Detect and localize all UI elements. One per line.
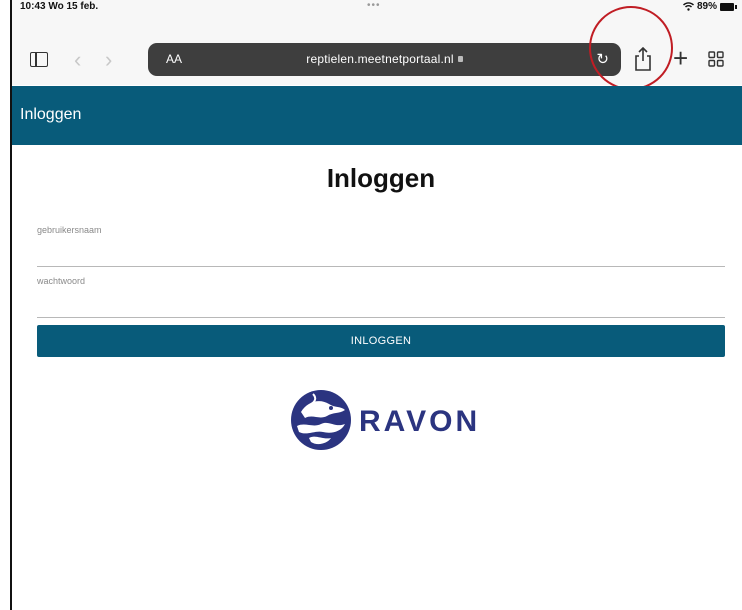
multitasking-dots[interactable]: ••• xyxy=(367,0,381,11)
login-button[interactable]: INLOGGEN xyxy=(37,325,725,357)
address-bar[interactable]: AA reptielen.meetnetportaal.nl ↻ xyxy=(148,43,621,76)
forward-icon[interactable]: › xyxy=(105,47,112,73)
battery-icon xyxy=(720,2,737,11)
new-tab-icon[interactable]: + xyxy=(673,45,688,71)
username-input[interactable] xyxy=(37,246,725,267)
username-label: gebruikersnaam xyxy=(37,225,102,235)
ravon-logo-text: RAVON xyxy=(359,405,481,438)
lock-icon xyxy=(457,55,463,62)
tabs-overview-icon[interactable] xyxy=(708,51,724,67)
back-icon[interactable]: ‹ xyxy=(74,47,81,73)
highlight-circle-annotation xyxy=(589,6,673,90)
url-text: reptielen.meetnetportaal.nl xyxy=(306,52,454,66)
password-input[interactable] xyxy=(37,297,725,318)
ravon-logo: RAVON xyxy=(289,386,477,456)
ravon-emblem-icon xyxy=(291,390,351,450)
status-indicators: 89% xyxy=(682,1,737,12)
wifi-icon xyxy=(682,2,694,11)
url-display[interactable]: reptielen.meetnetportaal.nl xyxy=(148,52,621,66)
app-header-title: Inloggen xyxy=(20,106,82,123)
page-title: Inloggen xyxy=(326,163,436,193)
app-header: Inloggen xyxy=(12,86,742,145)
battery-percentage: 89% xyxy=(696,1,717,12)
status-time: 10:43 Wo 15 feb. xyxy=(20,1,99,12)
password-label: wachtwoord xyxy=(37,276,86,286)
sidebar-icon[interactable] xyxy=(30,52,48,67)
